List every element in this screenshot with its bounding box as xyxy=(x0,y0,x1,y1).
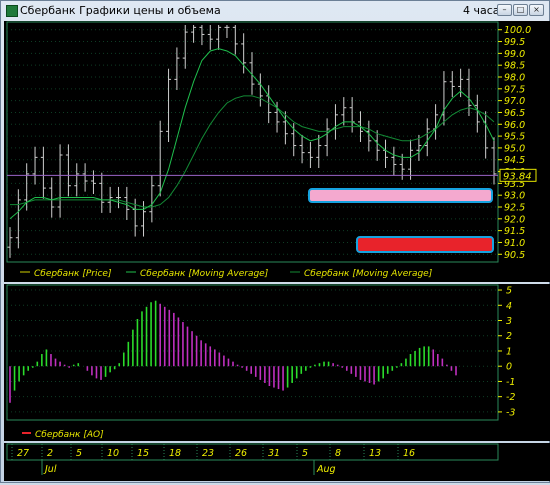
day-label: 2 xyxy=(47,448,53,459)
ao-tick-label: 1 xyxy=(506,346,512,357)
day-label: 8 xyxy=(335,448,341,459)
app-icon xyxy=(6,5,18,17)
day-label: 23 xyxy=(202,448,214,459)
day-label: 5 xyxy=(302,448,308,459)
day-label: 5 xyxy=(76,448,82,459)
day-label: 16 xyxy=(403,448,415,459)
legend-ma-fast: Сбербанк [Moving Average] xyxy=(140,269,269,279)
ao-tick-label: -1 xyxy=(506,377,515,388)
month-label: Aug xyxy=(316,464,336,475)
window-title: Сбербанк Графики цены и объема xyxy=(20,4,221,17)
time-axis[interactable]: 27 2 5 10 15 18 23 26 31 5 8 13 16 Jul Aug xyxy=(4,443,550,481)
ao-chart[interactable]: 5 4 3 2 1 0 -1 -2 -3 Сбербанк [AO] xyxy=(4,284,550,441)
price-panel[interactable]: 100.0 99.5 99.0 98.5 98.0 97.5 97.0 96.5 96.0 95.… xyxy=(4,21,550,282)
current-price-value: 93.84 xyxy=(503,171,532,182)
window-titlebar[interactable]: Сбербанк Графики цены и объема 4 часа – … xyxy=(1,1,549,20)
price-tick-label: 91.5 xyxy=(504,226,525,237)
chart-window: Сбербанк Графики цены и объема 4 часа – … xyxy=(0,0,550,483)
ao-tick-label: 2 xyxy=(506,331,512,342)
price-tick-label: 98.0 xyxy=(504,73,525,84)
price-tick-label: 95.0 xyxy=(504,143,525,154)
price-bars xyxy=(7,25,497,258)
price-tick-label: 97.5 xyxy=(504,84,525,95)
price-tick-label: 93.0 xyxy=(504,191,525,202)
ao-tick-label: -3 xyxy=(506,407,515,418)
day-label: 27 xyxy=(17,448,29,459)
ao-tick-label: 5 xyxy=(506,286,512,297)
price-y-axis: 100.099.599.098.598.097.597.096.596.095.… xyxy=(498,25,531,261)
pink-annotation-box[interactable] xyxy=(308,188,493,203)
timeframe-selector[interactable]: 4 часа xyxy=(463,4,500,17)
minimize-icon[interactable]: – xyxy=(497,4,512,16)
day-label: 13 xyxy=(369,448,381,459)
day-label: 10 xyxy=(107,448,119,459)
ao-tick-label: -2 xyxy=(506,392,515,403)
price-tick-label: 99.5 xyxy=(504,37,525,48)
price-tick-label: 96.0 xyxy=(504,120,525,131)
legend-ma-slow: Сбербанк [Moving Average] xyxy=(304,269,433,279)
price-tick-label: 96.5 xyxy=(504,108,525,119)
legend-ao: Сбербанк [AO] xyxy=(35,430,104,440)
price-tick-label: 97.0 xyxy=(504,96,525,107)
ao-tick-label: 4 xyxy=(506,301,512,312)
close-icon[interactable]: × xyxy=(529,4,544,16)
price-tick-label: 100.0 xyxy=(504,25,531,36)
time-axis-svg: 27 2 5 10 15 18 23 26 31 5 8 13 16 Jul Aug xyxy=(6,443,499,475)
price-tick-label: 92.0 xyxy=(504,214,525,225)
day-label: 31 xyxy=(268,448,280,459)
price-tick-label: 99.0 xyxy=(504,49,525,60)
price-tick-label: 98.5 xyxy=(504,61,525,72)
month-label: Jul xyxy=(43,464,57,475)
price-tick-label: 95.5 xyxy=(504,132,525,143)
ao-tick-label: 3 xyxy=(506,316,512,327)
ao-bars xyxy=(9,300,457,403)
legend-price: Сбербанк [Price] xyxy=(34,269,112,279)
ao-panel[interactable]: 5 4 3 2 1 0 -1 -2 -3 Сбербанк [AO] xyxy=(4,284,550,441)
price-chart[interactable]: 100.099.599.098.598.097.597.096.596.095.… xyxy=(4,21,550,282)
ao-tick-label: 0 xyxy=(506,362,512,373)
price-tick-label: 90.5 xyxy=(504,250,525,261)
price-tick-label: 94.5 xyxy=(504,155,525,166)
day-label: 18 xyxy=(169,448,181,459)
red-annotation-box[interactable] xyxy=(356,236,494,253)
ao-y-axis: 5 4 3 2 1 0 -1 -2 -3 xyxy=(498,286,515,418)
price-tick-label: 91.0 xyxy=(504,238,525,249)
day-label: 26 xyxy=(235,448,247,459)
maximize-icon[interactable]: □ xyxy=(513,4,528,16)
price-tick-label: 92.5 xyxy=(504,203,525,214)
day-label: 15 xyxy=(137,448,149,459)
